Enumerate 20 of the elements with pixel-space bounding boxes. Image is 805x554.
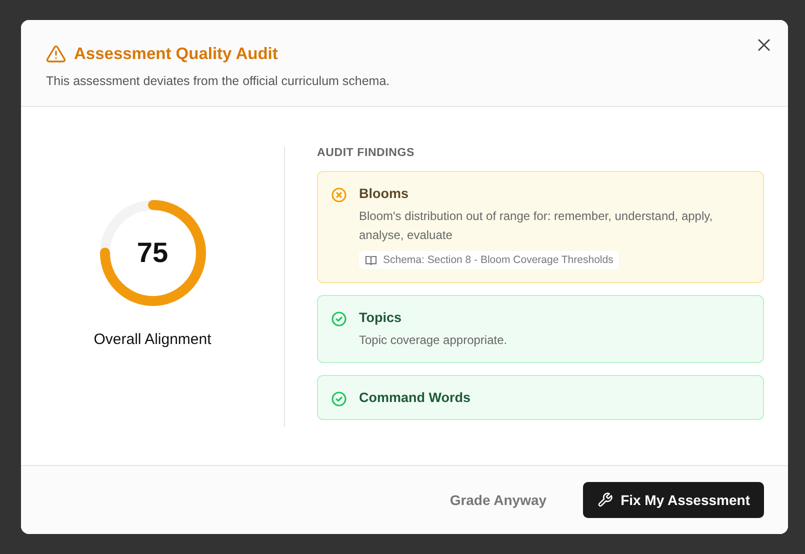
score-label: Overall Alignment bbox=[94, 331, 212, 348]
grade-anyway-button[interactable]: Grade Anyway bbox=[438, 484, 559, 516]
finding-title: Command Words bbox=[359, 390, 471, 404]
wrench-icon bbox=[596, 492, 613, 508]
warning-icon bbox=[46, 44, 66, 64]
check-circle-icon bbox=[331, 390, 347, 406]
error-circle-icon bbox=[331, 187, 347, 203]
check-circle-icon bbox=[331, 310, 347, 326]
close-icon[interactable] bbox=[758, 39, 770, 51]
finding-title: Topics bbox=[359, 310, 403, 324]
dialog-title: Assessment Quality Audit bbox=[74, 44, 278, 64]
dialog-subtitle: This assessment deviates from the official curriculum schema. bbox=[46, 74, 391, 88]
section-heading: AUDIT FINDINGS bbox=[317, 147, 416, 159]
score-value: 75 bbox=[136, 239, 168, 267]
fix-assessment-button[interactable]: Fix My Assessment bbox=[582, 482, 764, 518]
reference-text: Schema: Section 8 - Bloom Coverage Thresholds bbox=[383, 254, 614, 266]
finding-title: Blooms bbox=[359, 186, 410, 201]
book-icon bbox=[365, 254, 377, 266]
finding-message: Bloom's distribution out of range for: remember, understand, apply, analyse, evaluate bbox=[359, 208, 714, 244]
finding-message: Topic coverage appropriate. bbox=[359, 332, 508, 348]
